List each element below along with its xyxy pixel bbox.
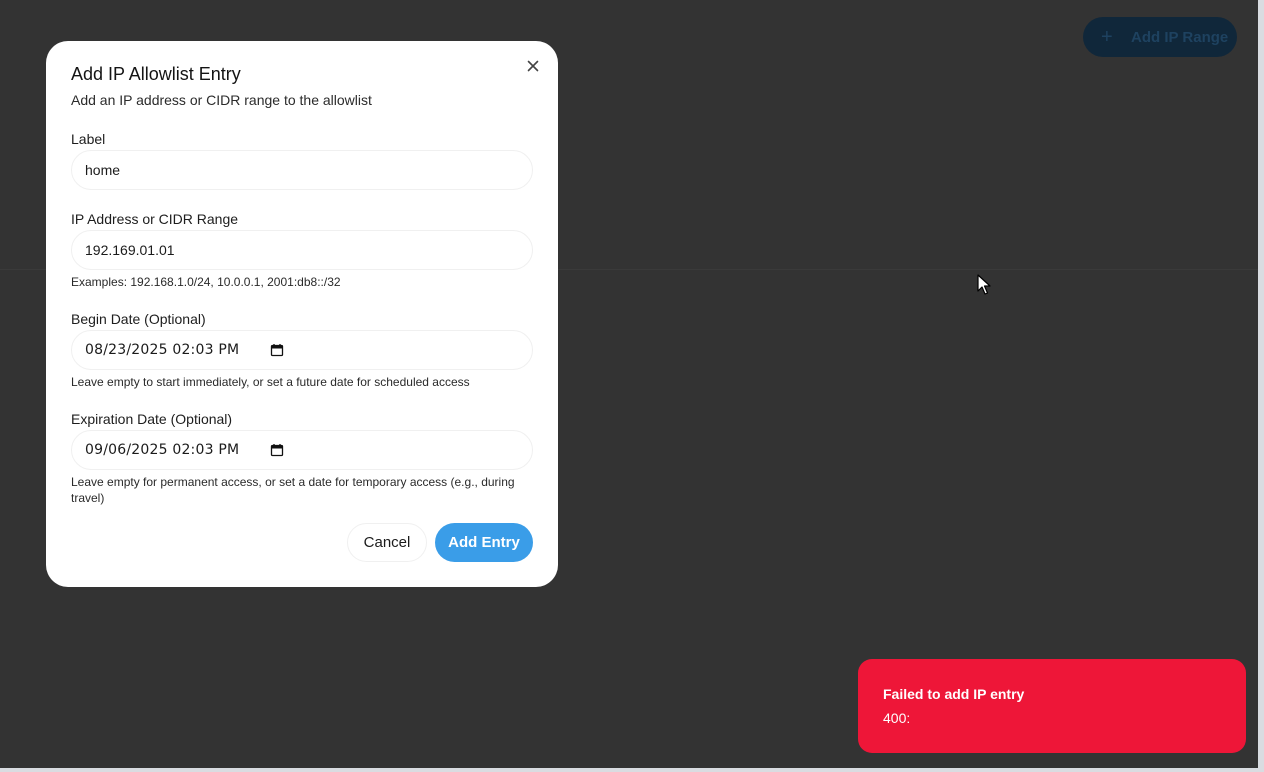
add-ip-entry-dialog: Add IP Allowlist Entry Add an IP address… [46,41,558,587]
expiration-date-hint: Leave empty for permanent access, or set… [71,475,515,505]
begin-date-input[interactable]: 08/23/2025 02:03 PM [71,330,533,370]
toast-message: 400: [883,710,911,726]
ip-hint: Examples: 192.168.1.0/24, 10.0.0.1, 2001… [71,275,341,289]
dialog-subtitle: Add an IP address or CIDR range to the a… [71,92,372,108]
ip-input[interactable]: 192.169.01.01 [71,230,533,270]
cancel-button[interactable]: Cancel [347,523,427,562]
ip-field-label: IP Address or CIDR Range [71,211,239,227]
calendar-icon[interactable] [270,343,284,357]
add-entry-button[interactable]: Add Entry [435,523,533,562]
close-icon[interactable] [525,58,541,74]
error-toast: Failed to add IP entry 400: [858,659,1246,753]
expiration-date-field-label: Expiration Date (Optional) [71,411,233,427]
plus-icon: + [1101,26,1113,48]
label-field-label: Label [71,131,106,147]
toast-title: Failed to add IP entry [883,686,1025,702]
begin-date-hint: Leave empty to start immediately, or set… [71,375,470,389]
expiration-date-value: 09/06/2025 02:03 PM [85,442,240,458]
label-input-value: home [85,162,121,178]
calendar-icon[interactable] [270,443,284,457]
ip-input-value: 192.169.01.01 [85,242,175,258]
begin-date-value: 08/23/2025 02:03 PM [85,342,240,358]
add-ip-range-label: Add IP Range [1131,28,1229,46]
dialog-title: Add IP Allowlist Entry [71,64,241,84]
window-edge [1258,0,1264,772]
add-ip-range-button[interactable]: + Add IP Range [1083,17,1237,57]
begin-date-field-label: Begin Date (Optional) [71,311,206,327]
expiration-date-input[interactable]: 09/06/2025 02:03 PM [71,430,533,470]
mouse-cursor-icon [977,274,991,296]
label-input[interactable]: home [71,150,533,190]
window-edge-bottom [0,768,1264,772]
